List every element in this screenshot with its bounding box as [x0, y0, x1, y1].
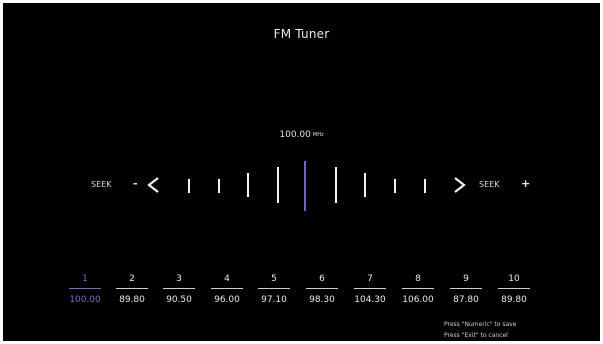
preset-frequency: 96.00	[214, 295, 240, 305]
seek-up-label[interactable]: SEEK	[479, 180, 499, 189]
preset-underline	[116, 288, 148, 289]
dial-tick	[424, 179, 426, 193]
chevron-left-icon[interactable]	[144, 175, 164, 195]
preset-9[interactable]: 9 87.80	[446, 274, 486, 305]
preset-frequency: 98.30	[309, 295, 335, 305]
tuner-screen: FM Tuner 100.00 MHz SEEK - SEEK + 1 100.0…	[3, 3, 600, 341]
preset-10[interactable]: 10 89.80	[494, 274, 534, 305]
preset-frequency: 87.80	[453, 295, 479, 305]
dial-tick	[247, 173, 249, 197]
preset-2[interactable]: 2 89.80	[112, 274, 152, 305]
frequency-readout: 100.00 MHz	[3, 130, 600, 140]
save-hint: Press "Numeric" to save	[444, 321, 517, 328]
cancel-hint: Press "Exit" to cancel	[444, 332, 508, 339]
preset-frequency: 100.00	[69, 295, 101, 305]
dial-tick	[218, 179, 220, 193]
preset-underline	[69, 288, 101, 289]
preset-number: 7	[367, 274, 373, 284]
frequency-value: 100.00	[279, 130, 311, 140]
preset-6[interactable]: 6 98.30	[302, 274, 342, 305]
dial-tick	[277, 167, 279, 203]
dial-tick	[188, 179, 190, 193]
preset-7[interactable]: 7 104.30	[350, 274, 390, 305]
preset-frequency: 90.50	[166, 295, 192, 305]
chevron-right-icon[interactable]	[449, 175, 469, 195]
preset-number: 6	[319, 274, 325, 284]
dial-tick	[364, 173, 366, 197]
seek-down-label[interactable]: SEEK	[91, 180, 111, 189]
dial-tick	[394, 179, 396, 193]
preset-frequency: 89.80	[119, 295, 145, 305]
seek-down-sign[interactable]: -	[133, 177, 138, 190]
preset-number: 2	[129, 274, 135, 284]
preset-number: 9	[463, 274, 469, 284]
preset-underline	[306, 288, 338, 289]
preset-underline	[211, 288, 243, 289]
preset-underline	[354, 288, 386, 289]
preset-number: 5	[271, 274, 277, 284]
preset-4[interactable]: 4 96.00	[207, 274, 247, 305]
dial-center-indicator	[304, 161, 306, 211]
seek-up-sign[interactable]: +	[521, 177, 530, 190]
preset-number: 4	[224, 274, 230, 284]
dial-tick	[335, 167, 337, 203]
preset-underline	[258, 288, 290, 289]
preset-number: 1	[82, 274, 88, 284]
preset-frequency: 89.80	[501, 295, 527, 305]
preset-3[interactable]: 3 90.50	[159, 274, 199, 305]
preset-5[interactable]: 5 97.10	[254, 274, 294, 305]
page-title: FM Tuner	[273, 27, 330, 41]
preset-frequency: 97.10	[261, 295, 287, 305]
preset-underline	[450, 288, 482, 289]
preset-underline	[498, 288, 530, 289]
preset-frequency: 104.30	[354, 295, 386, 305]
frequency-unit: MHz	[312, 132, 324, 138]
preset-8[interactable]: 8 106.00	[398, 274, 438, 305]
preset-underline	[163, 288, 195, 289]
preset-number: 3	[176, 274, 182, 284]
preset-number: 10	[508, 274, 520, 284]
preset-1[interactable]: 1 100.00	[65, 274, 105, 305]
preset-frequency: 106.00	[402, 295, 434, 305]
preset-number: 8	[415, 274, 421, 284]
preset-underline	[402, 288, 434, 289]
